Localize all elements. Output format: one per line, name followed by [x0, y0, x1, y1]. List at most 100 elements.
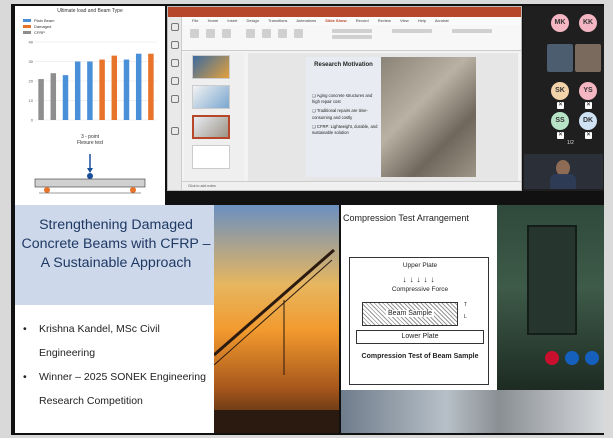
compressive-force-label: Compressive Force — [391, 286, 449, 293]
y-tick-label: 0 — [31, 118, 34, 123]
y-tick-label: 40 — [29, 40, 34, 45]
current-slide[interactable]: Research Motivation ❑ Aging concrete str… — [306, 57, 476, 177]
upper-plate-label: Upper Plate — [402, 262, 438, 269]
tab-slide-show[interactable]: Slide Show — [325, 18, 346, 23]
beam-schematic — [34, 154, 146, 194]
slide-bullet: ❑ Traditional repairs are time-consuming… — [312, 108, 368, 120]
avatar[interactable]: MK — [551, 14, 569, 32]
legend-item: CFRP — [23, 30, 54, 36]
avatar[interactable]: KK — [579, 14, 597, 32]
slide-thumbnail[interactable] — [192, 145, 230, 169]
hide-slide-icon[interactable] — [262, 29, 271, 38]
y-tick-label: 30 — [29, 59, 34, 64]
rehearse-icon[interactable] — [278, 29, 287, 38]
tab-design[interactable]: Design — [247, 18, 259, 23]
participant-video[interactable] — [547, 44, 573, 72]
tab-transitions[interactable]: Transitions — [268, 18, 287, 23]
bar-chart: 0 10 20 30 40 — [29, 40, 157, 123]
bar — [38, 79, 44, 120]
presenter-name: Krishna Kandel, MSc Civil Engineering — [21, 317, 211, 365]
crane-silhouette — [214, 248, 339, 433]
slide-canvas: Research Motivation ❑ Aging concrete str… — [248, 53, 518, 181]
lower-plate: Lower Plate — [356, 330, 484, 344]
chart-title: Ultimate load and Beam Type — [57, 8, 123, 14]
y-tick-label: 10 — [29, 98, 34, 103]
slide-title: Research Motivation — [314, 62, 373, 68]
title-bar — [168, 7, 521, 17]
flexure-test-title: 3 - point Flexure test — [76, 134, 104, 146]
tab-help[interactable]: Help — [418, 18, 426, 23]
notes-bar[interactable]: Click to add notes — [182, 181, 521, 190]
slide-thumbnail[interactable] — [192, 55, 230, 79]
lab-equipment-photo — [341, 390, 604, 433]
cracked-concrete-photo — [381, 57, 476, 177]
mic-muted-icon: ✕ — [585, 132, 592, 139]
close-icon[interactable] — [511, 9, 517, 15]
compression-title: Compression Test Arrangement — [343, 213, 469, 223]
slide-thumbnail-active[interactable] — [192, 115, 230, 139]
mic-muted-icon: ✕ — [585, 102, 592, 109]
tab-file[interactable]: File — [192, 18, 198, 23]
bar — [111, 55, 118, 120]
record-icon[interactable] — [294, 29, 303, 38]
avatar[interactable]: DK — [579, 112, 597, 130]
award-line: Winner – 2025 SONEK Engineering Research… — [21, 365, 211, 413]
bar — [50, 73, 57, 120]
tab-home[interactable]: Home — [208, 18, 219, 23]
safety-sign-icon — [585, 351, 599, 365]
chart-panel: Ultimate load and Beam Type Plain Beam D… — [15, 6, 165, 206]
dimension-t: T — [464, 302, 468, 308]
bar — [74, 61, 81, 120]
presenter-shirt — [550, 174, 576, 189]
compression-diagram: Upper Plate ↓↓↓↓↓ Compressive Force Beam… — [349, 257, 489, 385]
slide-bullets: ❑ Aging concrete structures and high rep… — [312, 93, 380, 139]
activity-icon[interactable] — [171, 23, 179, 31]
powerpoint-window: File Home Insert Design Transitions Anim… — [167, 6, 522, 191]
video-frame: Ultimate load and Beam Type Plain Beam D… — [11, 4, 604, 435]
presenter-video[interactable] — [524, 154, 603, 189]
mic-muted-icon: ✕ — [557, 132, 564, 139]
checkbox-group[interactable] — [332, 35, 372, 39]
participant-video[interactable] — [575, 44, 601, 72]
meet-icon[interactable] — [171, 95, 179, 103]
custom-show-icon[interactable] — [222, 29, 231, 38]
compression-test-figure: Compression Test Arrangement Upper Plate… — [341, 205, 497, 390]
avatar[interactable]: SS — [551, 112, 569, 130]
slide-thumbnail[interactable] — [192, 85, 230, 109]
safety-sign-icon — [545, 351, 559, 365]
slide-text-panel: Research Motivation ❑ Aging concrete str… — [306, 57, 381, 177]
page-count[interactable]: 1/2 — [567, 140, 574, 146]
tab-insert[interactable]: Insert — [227, 18, 237, 23]
dimension-l: L — [464, 314, 467, 320]
tab-acrobat[interactable]: Acrobat — [435, 18, 449, 23]
checkbox-group[interactable] — [332, 29, 372, 33]
press-frame — [527, 225, 577, 335]
chat-icon[interactable] — [171, 41, 179, 49]
safety-sign-icon — [565, 351, 579, 365]
tab-record[interactable]: Record — [356, 18, 369, 23]
tab-view[interactable]: View — [400, 18, 409, 23]
avatar[interactable]: YS — [579, 82, 597, 100]
teams-left-rail — [168, 17, 182, 190]
avatar[interactable]: SK — [551, 82, 569, 100]
tab-animations[interactable]: Animations — [296, 18, 316, 23]
figure-caption: Compression Test of Beam Sample — [361, 353, 479, 360]
slide-thumbnails — [184, 53, 244, 181]
bar — [123, 59, 130, 120]
monitor-select[interactable] — [392, 29, 432, 33]
ribbon-tabs: File Home Insert Design Transitions Anim… — [182, 17, 521, 25]
construction-crane-photo — [214, 205, 339, 433]
title-slide: Strengthening Damaged Concrete Beams wit… — [15, 205, 214, 433]
calls-icon[interactable] — [171, 59, 179, 67]
from-beginning-icon[interactable] — [190, 29, 199, 38]
ribbon — [182, 25, 521, 51]
setup-show-icon[interactable] — [246, 29, 255, 38]
apps-icon[interactable] — [171, 127, 179, 135]
beam-sample: Beam Sample — [362, 302, 458, 326]
from-current-icon[interactable] — [206, 29, 215, 38]
tab-review[interactable]: Review — [378, 18, 391, 23]
onedrive-icon[interactable] — [171, 77, 179, 85]
chart-legend: Plain Beam Damaged CFRP — [23, 18, 54, 36]
bar — [87, 61, 93, 120]
captions-toggle[interactable] — [452, 29, 492, 33]
